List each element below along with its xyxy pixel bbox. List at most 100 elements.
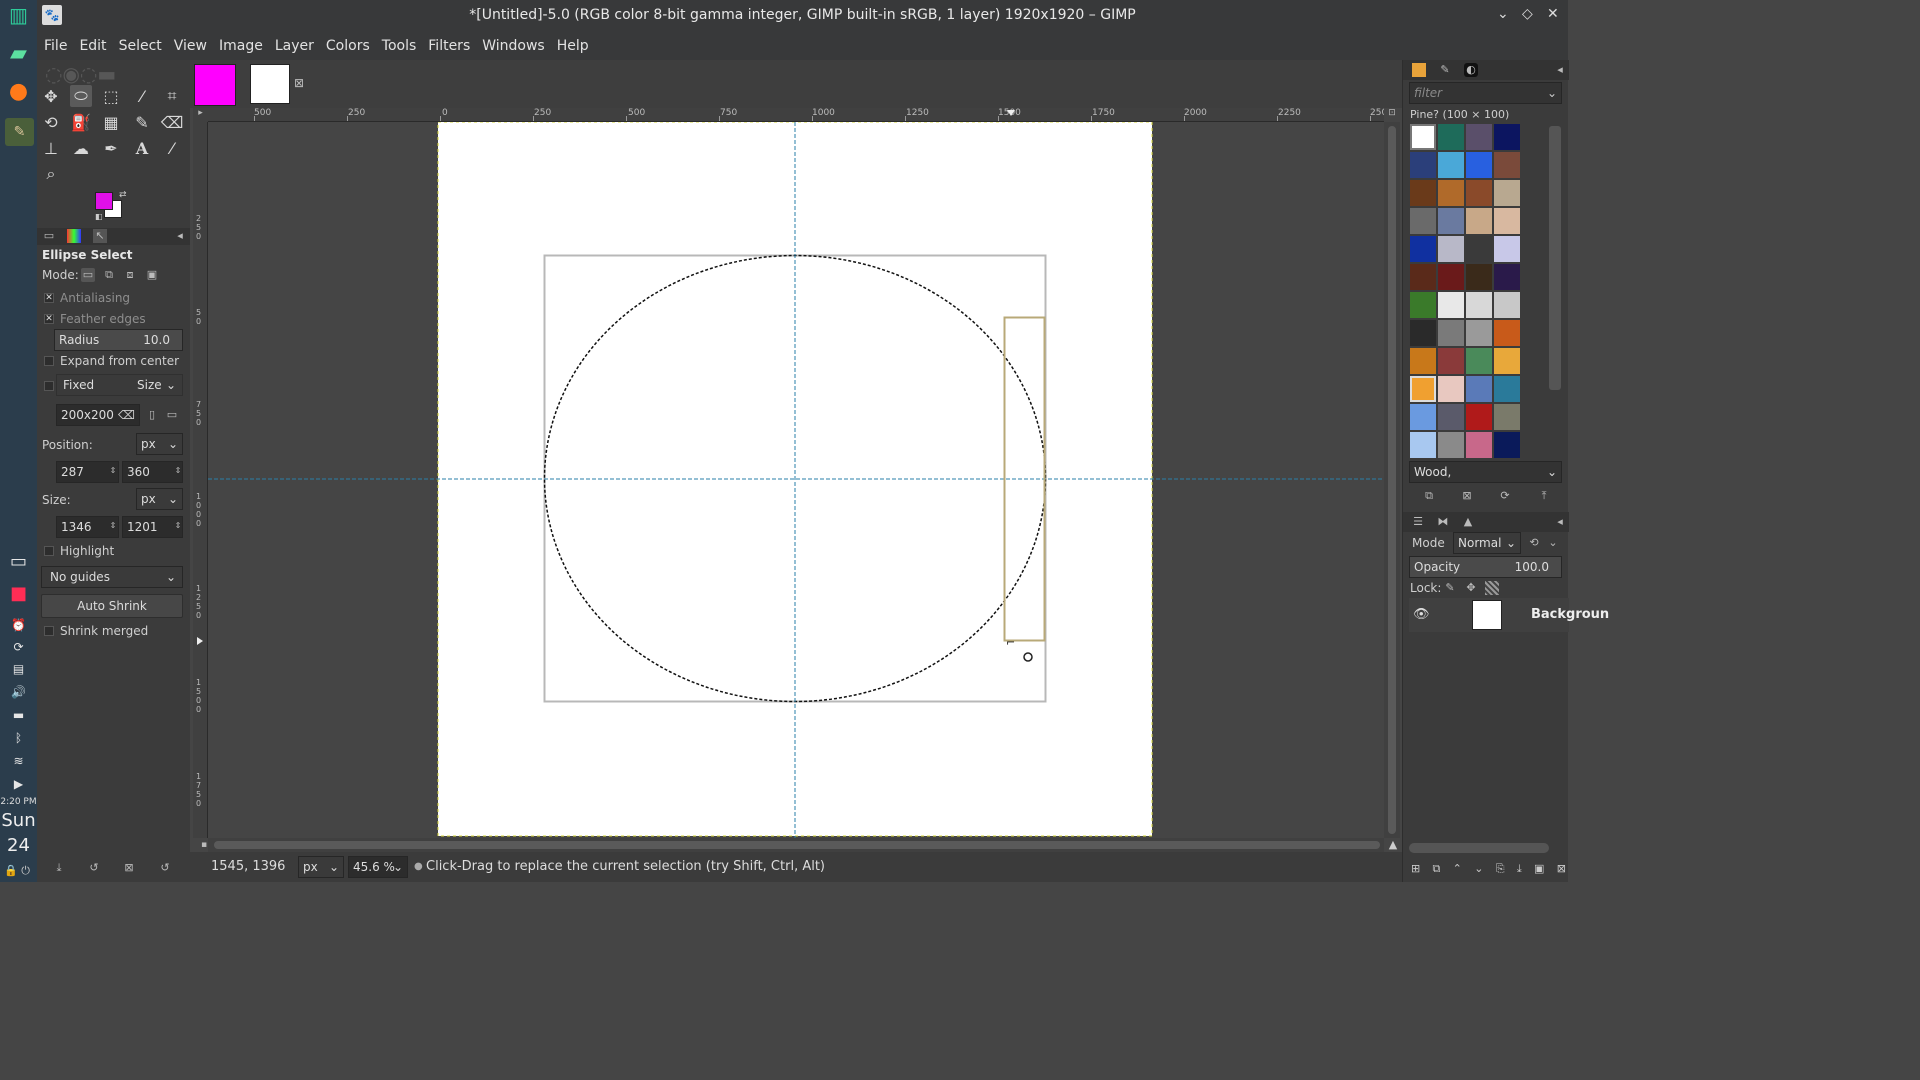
minimize-icon[interactable]: ⌄ [1497, 6, 1509, 22]
pattern-filter-input[interactable]: filter ⌄ [1409, 82, 1562, 104]
current-value-icon[interactable]: ▯ [145, 408, 159, 422]
eye-visibility-icon[interactable]: 👁 [1413, 607, 1430, 622]
pattern-swatch[interactable] [1466, 180, 1492, 206]
text-tool-icon[interactable]: A [131, 137, 153, 159]
shrink-merged-checkbox[interactable] [44, 626, 54, 636]
fuzzy-select-tool-icon[interactable]: ⁄ [131, 85, 153, 107]
pattern-delete-icon[interactable]: ⊠ [1460, 489, 1474, 503]
pattern-swatch[interactable] [1494, 264, 1520, 290]
chevron-down-icon[interactable]: ⌄ [1546, 536, 1560, 550]
pattern-swatch[interactable] [1466, 152, 1492, 178]
gradients-tab-icon[interactable]: ◐ [1464, 63, 1478, 77]
antialiasing-checkbox[interactable]: ✕ [44, 293, 54, 303]
pattern-swatch[interactable] [1466, 320, 1492, 346]
pattern-swatch[interactable] [1438, 236, 1464, 262]
horizontal-scroll-thumb[interactable] [214, 841, 1380, 849]
pattern-swatch[interactable] [1410, 348, 1436, 374]
pattern-swatch[interactable] [1410, 320, 1436, 346]
tool-options-tab-icon[interactable]: ▭ [42, 229, 56, 243]
menu-edit[interactable]: Edit [79, 38, 106, 54]
pattern-swatch[interactable] [1410, 432, 1436, 458]
pattern-swatch[interactable] [1438, 292, 1464, 318]
app-grid-icon[interactable]: ▥ [5, 3, 32, 27]
paintbrush-tool-icon[interactable]: ✎ [131, 111, 153, 133]
quick-mask-corner-icon[interactable]: ▸ [193, 108, 208, 122]
bluetooth-icon[interactable]: ᛒ [5, 727, 32, 749]
pattern-swatch-selected[interactable] [1410, 376, 1436, 402]
alarm-icon[interactable]: ⏰ [5, 614, 32, 636]
menu-windows[interactable]: Windows [482, 38, 545, 54]
maximize-icon[interactable]: ◇ [1522, 6, 1533, 22]
canvas-svg[interactable]: ⌐ [208, 122, 1384, 838]
mode-reset-icon[interactable]: ⟲ [1527, 536, 1541, 550]
layer-mode-dropdown[interactable]: Normal ⌄ [1453, 532, 1521, 554]
pattern-swatch[interactable] [1438, 348, 1464, 374]
crop-tool-icon[interactable]: ⌗ [161, 85, 183, 107]
mode-intersect-icon[interactable]: ▣ [145, 268, 159, 282]
pattern-swatch[interactable] [1494, 208, 1520, 234]
position-unit-dropdown[interactable]: px ⌄ [136, 433, 183, 455]
paths-tab-icon[interactable]: ▲ [1461, 515, 1475, 529]
eraser-tool-icon[interactable]: ⌫ [161, 111, 184, 133]
image-thumbnail-1[interactable] [194, 64, 236, 106]
clone-tool-icon[interactable]: ⊥ [40, 137, 62, 159]
mask-layer-icon[interactable]: ▣ [1534, 862, 1544, 878]
feather-edges-checkbox[interactable]: ✕ [44, 314, 54, 324]
store-icon[interactable]: ■ [5, 582, 32, 604]
files-icon[interactable]: ▰ [5, 41, 32, 66]
vertical-scroll-thumb[interactable] [1388, 126, 1396, 834]
spinner-icon[interactable]: ⇕ [106, 519, 120, 533]
pattern-swatch[interactable] [1494, 180, 1520, 206]
window-icon[interactable]: ▭ [5, 550, 32, 572]
device-status-tab-icon[interactable] [67, 229, 81, 243]
reset-options-icon[interactable]: ↺ [158, 861, 172, 875]
pattern-swatch[interactable] [1410, 292, 1436, 318]
close-icon[interactable]: ✕ [1547, 6, 1559, 22]
ellipse-select-tool-icon[interactable]: ⬭ [70, 85, 92, 107]
pattern-swatch[interactable] [1410, 236, 1436, 262]
wifi-icon[interactable]: ≋ [5, 750, 32, 772]
undo-history-tab-icon[interactable]: ↖ [93, 229, 107, 243]
clipboard-icon[interactable]: ▤ [5, 658, 32, 680]
configure-tab-icon[interactable]: ◂ [173, 229, 187, 243]
patterns-tab-icon[interactable] [1412, 63, 1426, 77]
opacity-slider[interactable]: Opacity 100.0 [1409, 556, 1562, 578]
horizontal-scrollbar[interactable]: ▪ [201, 838, 1384, 852]
pattern-swatch[interactable] [1438, 180, 1464, 206]
spinner-icon[interactable]: ⇕ [171, 464, 185, 478]
smudge-tool-icon[interactable]: ☁ [70, 137, 92, 159]
navigate-icon[interactable]: ▲ [1386, 838, 1400, 852]
pattern-swatch[interactable] [1466, 264, 1492, 290]
pattern-swatch[interactable] [1438, 432, 1464, 458]
highlight-checkbox[interactable] [44, 546, 54, 556]
gradient-tool-icon[interactable]: ▦ [100, 111, 122, 133]
delete-layer-icon[interactable]: ⊠ [1557, 862, 1566, 878]
pattern-swatch[interactable] [1410, 208, 1436, 234]
spinner-icon[interactable]: ⇕ [171, 519, 185, 533]
new-layer-icon[interactable]: ⊞ [1411, 862, 1420, 878]
swap-colors-icon[interactable]: ⇄ [119, 190, 127, 200]
menu-view[interactable]: View [174, 38, 207, 54]
pattern-swatch[interactable] [1494, 348, 1520, 374]
configure-tab-icon[interactable]: ◂ [1553, 515, 1567, 529]
pattern-swatch[interactable] [1494, 236, 1520, 262]
pattern-swatch[interactable] [1466, 208, 1492, 234]
mode-replace-icon[interactable]: ▭ [81, 268, 95, 282]
pattern-swatch[interactable] [1494, 320, 1520, 346]
lock-position-icon[interactable]: ✥ [1464, 581, 1478, 595]
color-picker-tool-icon[interactable]: ⁄ [161, 137, 183, 159]
vertical-scrollbar[interactable] [1384, 122, 1400, 838]
mode-subtract-icon[interactable]: ⧈ [123, 268, 137, 282]
pattern-refresh-icon[interactable]: ⟳ [1498, 489, 1512, 503]
save-options-icon[interactable]: ⤓ [52, 861, 66, 875]
rect-select-tool-icon[interactable]: ⬚ [100, 85, 122, 107]
update-icon[interactable]: ⟳ [5, 636, 32, 658]
delete-options-icon[interactable]: ⊠ [122, 861, 136, 875]
layers-hscrollbar[interactable] [1409, 843, 1549, 853]
pattern-swatch[interactable] [1466, 348, 1492, 374]
pattern-swatch[interactable] [1410, 180, 1436, 206]
pattern-swatch[interactable] [1466, 404, 1492, 430]
nav-corner-icon[interactable]: ▪ [201, 840, 207, 850]
zoom-tool-icon[interactable]: ⌕ [40, 163, 62, 185]
auto-shrink-button[interactable]: Auto Shrink [41, 594, 183, 618]
